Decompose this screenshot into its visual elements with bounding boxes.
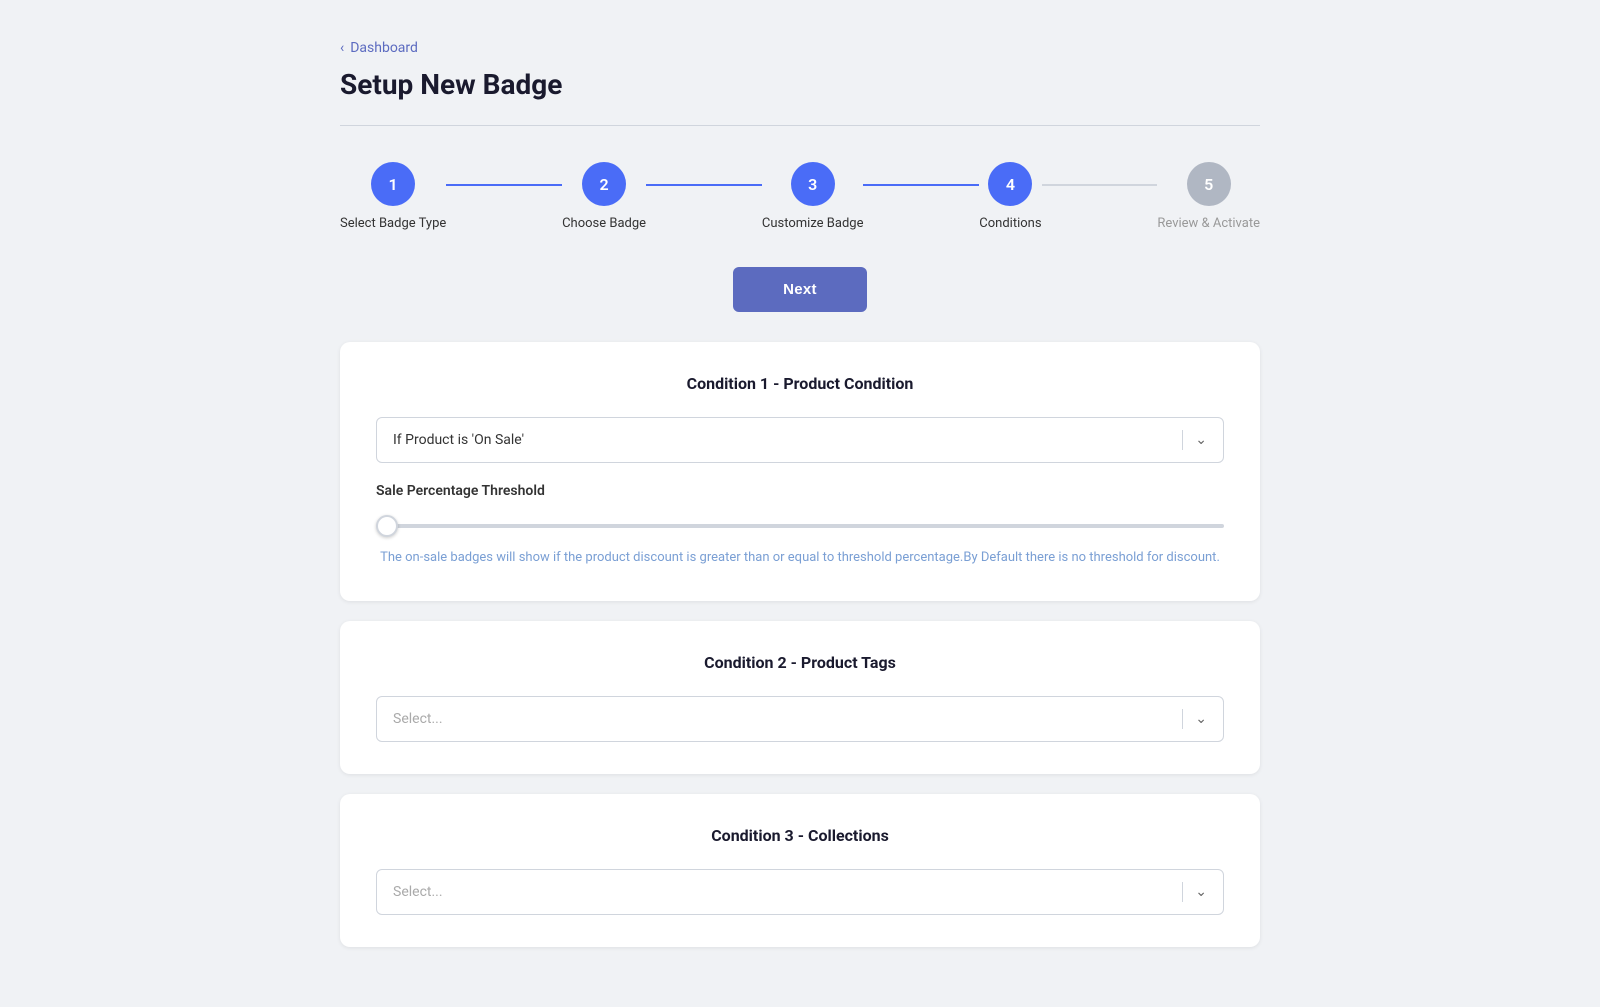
slider-label: Sale Percentage Threshold: [376, 483, 1224, 499]
connector-3-4: [863, 184, 979, 186]
step-3: 3 Customize Badge: [762, 162, 864, 231]
step-5: 5 Review & Activate: [1157, 162, 1260, 231]
breadcrumb[interactable]: ‹ Dashboard: [340, 40, 1260, 56]
step-1-label: Select Badge Type: [340, 216, 446, 231]
condition-2-dropdown[interactable]: Select... ⌄: [376, 696, 1224, 742]
breadcrumb-label: Dashboard: [350, 40, 418, 56]
connector-2-3: [646, 184, 762, 186]
condition-1-dropdown-value: If Product is 'On Sale': [393, 432, 524, 448]
condition-1-card: Condition 1 - Product Condition If Produ…: [340, 342, 1260, 601]
step-5-label: Review & Activate: [1157, 216, 1260, 231]
select-right-3: ⌄: [1182, 882, 1207, 902]
step-1: 1 Select Badge Type: [340, 162, 446, 231]
dropdown-chevron-icon-3: ⌄: [1195, 884, 1207, 900]
step-4: 4 Conditions: [979, 162, 1041, 231]
page-container: ‹ Dashboard Setup New Badge 1 Select Bad…: [320, 0, 1280, 1007]
page-title: Setup New Badge: [340, 68, 1260, 101]
condition-3-dropdown[interactable]: Select... ⌄: [376, 869, 1224, 915]
back-arrow-icon: ‹: [340, 40, 344, 56]
select-divider-2: [1182, 709, 1183, 729]
select-divider: [1182, 430, 1183, 450]
step-5-circle: 5: [1187, 162, 1231, 206]
condition-1-dropdown[interactable]: If Product is 'On Sale' ⌄: [376, 417, 1224, 463]
dropdown-chevron-icon: ⌄: [1195, 432, 1207, 448]
step-4-label: Conditions: [979, 216, 1041, 231]
step-1-circle: 1: [371, 162, 415, 206]
dropdown-chevron-icon-2: ⌄: [1195, 711, 1207, 727]
next-button-container: Next: [340, 267, 1260, 312]
slider-container: Sale Percentage Threshold: [376, 483, 1224, 532]
condition-2-title: Condition 2 - Product Tags: [376, 653, 1224, 672]
next-button[interactable]: Next: [733, 267, 867, 312]
title-divider: [340, 125, 1260, 126]
step-2-label: Choose Badge: [562, 216, 646, 231]
connector-1-2: [446, 184, 562, 186]
condition-3-dropdown-wrapper: Select... ⌄: [376, 869, 1224, 915]
condition-3-dropdown-placeholder: Select...: [393, 884, 443, 900]
condition-3-title: Condition 3 - Collections: [376, 826, 1224, 845]
stepper: 1 Select Badge Type 2 Choose Badge 3 Cus…: [340, 162, 1260, 231]
condition-2-card: Condition 2 - Product Tags Select... ⌄: [340, 621, 1260, 774]
select-divider-3: [1182, 882, 1183, 902]
condition-2-dropdown-placeholder: Select...: [393, 711, 443, 727]
slider-info-text: The on-sale badges will show if the prod…: [376, 548, 1224, 569]
step-4-circle: 4: [988, 162, 1032, 206]
select-right-2: ⌄: [1182, 709, 1207, 729]
condition-2-dropdown-wrapper: Select... ⌄: [376, 696, 1224, 742]
select-right: ⌄: [1182, 430, 1207, 450]
condition-1-title: Condition 1 - Product Condition: [376, 374, 1224, 393]
condition-3-card: Condition 3 - Collections Select... ⌄: [340, 794, 1260, 947]
condition-1-dropdown-wrapper: If Product is 'On Sale' ⌄: [376, 417, 1224, 463]
step-2-circle: 2: [582, 162, 626, 206]
step-3-circle: 3: [791, 162, 835, 206]
connector-4-5: [1042, 184, 1158, 186]
sale-threshold-slider[interactable]: [376, 524, 1224, 528]
step-3-label: Customize Badge: [762, 216, 864, 231]
step-2: 2 Choose Badge: [562, 162, 646, 231]
